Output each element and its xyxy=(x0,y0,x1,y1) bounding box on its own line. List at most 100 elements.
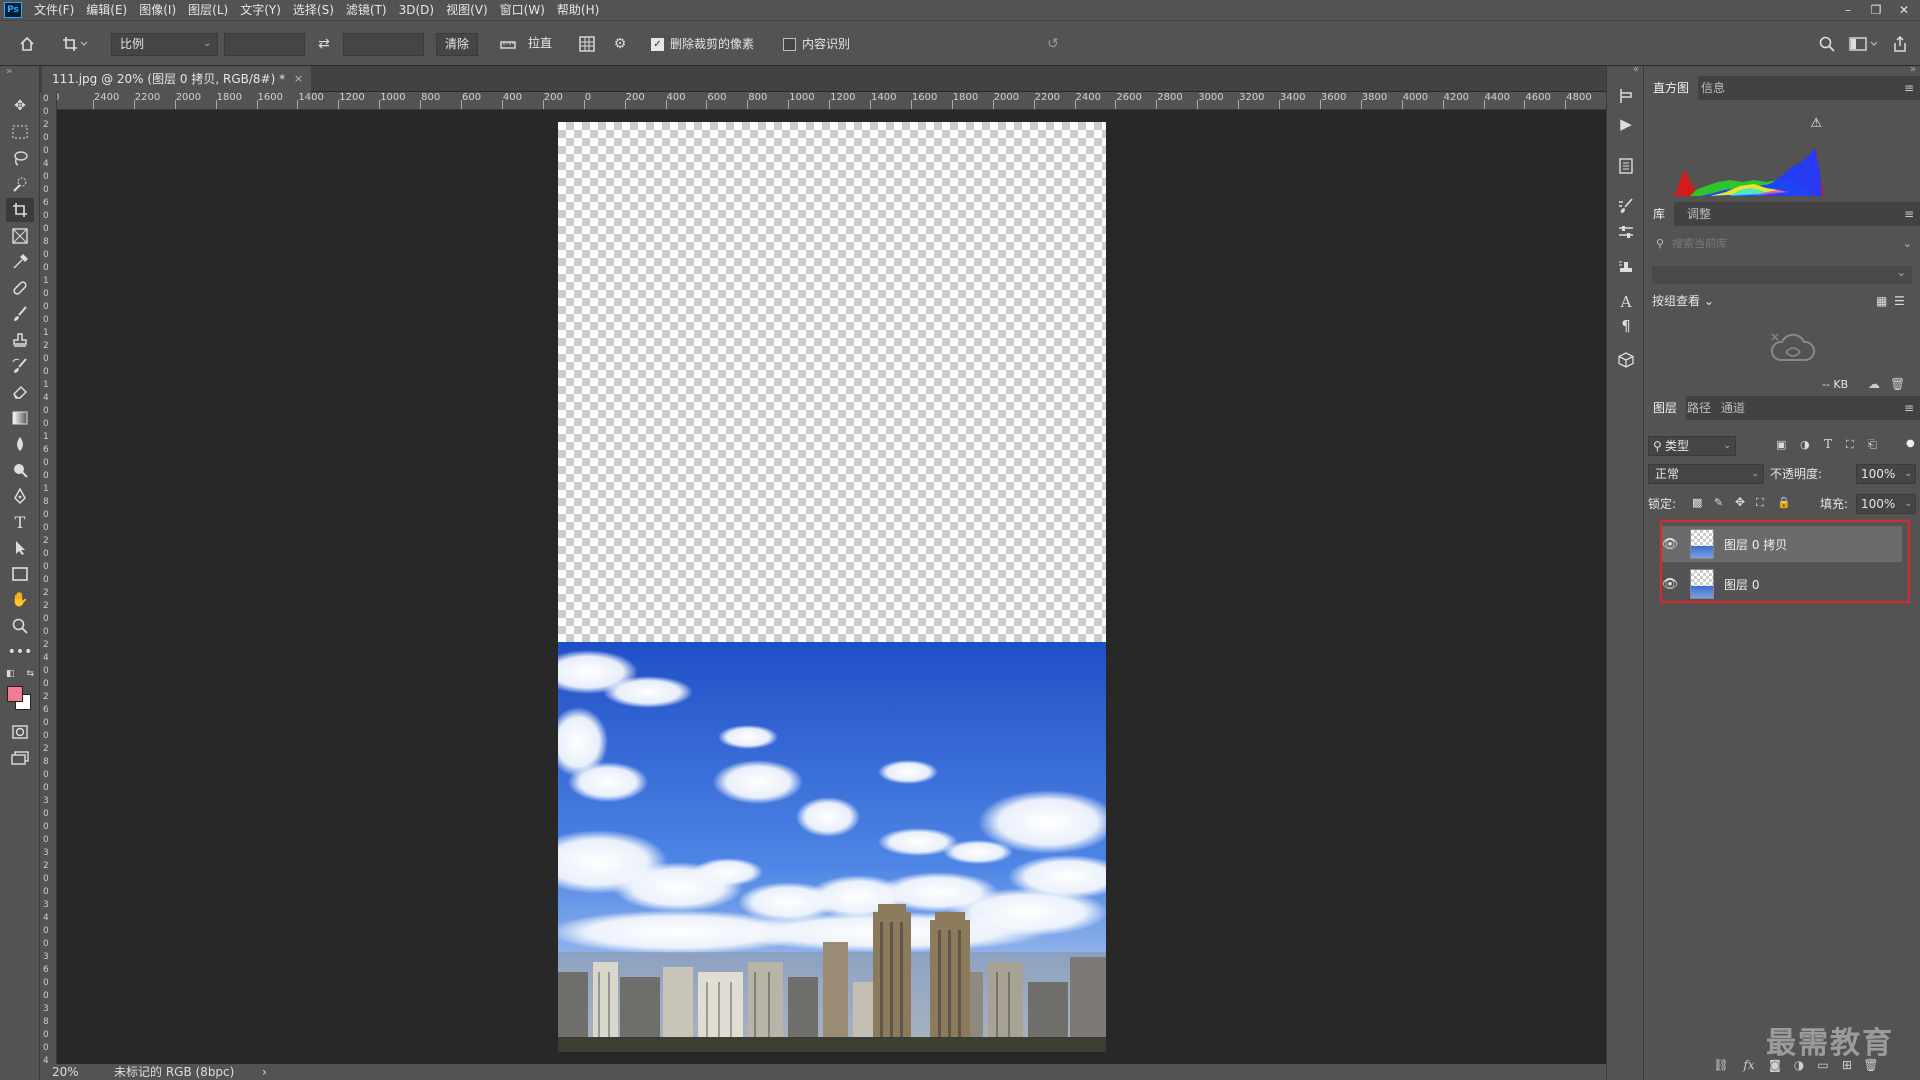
pen-tool-icon[interactable] xyxy=(6,484,34,508)
menu-item[interactable]: 窗口(W) xyxy=(494,0,551,20)
close-tab-icon[interactable]: × xyxy=(294,66,303,92)
width-input[interactable] xyxy=(224,33,305,56)
delete-cropped-checkbox[interactable]: ✓ xyxy=(651,38,664,51)
height-input[interactable] xyxy=(343,33,424,56)
lock-artboard-icon[interactable]: ⛶ xyxy=(1756,496,1764,510)
search-icon[interactable] xyxy=(1816,33,1838,55)
3d-panel-icon[interactable] xyxy=(1611,348,1641,372)
lock-transparent-icon[interactable]: ▩ xyxy=(1692,496,1702,509)
lock-position-icon[interactable]: ✥ xyxy=(1735,495,1745,509)
blur-tool-icon[interactable] xyxy=(6,432,34,456)
filter-type-icon[interactable]: T xyxy=(1824,437,1832,451)
eyedropper-tool-icon[interactable] xyxy=(6,250,34,274)
filter-shape-icon[interactable]: ⛶ xyxy=(1846,438,1854,452)
expand-chevron-icon[interactable]: » xyxy=(1910,64,1916,75)
minimize-button[interactable]: – xyxy=(1834,0,1862,20)
fill-input[interactable]: 100% ⌄ xyxy=(1856,494,1916,514)
tab-library[interactable]: 库 xyxy=(1644,202,1675,226)
collapse-chevron-icon[interactable]: » xyxy=(6,66,12,77)
layer-filter-select[interactable]: ⚲ 类型 ⌄ xyxy=(1648,436,1736,456)
eraser-tool-icon[interactable] xyxy=(6,380,34,404)
layer-name[interactable]: 图层 0 xyxy=(1724,576,1759,593)
visibility-eye-icon[interactable]: 👁 xyxy=(1660,577,1680,592)
cloud-sync-icon[interactable]: ☁ xyxy=(1868,377,1880,391)
cache-warning-icon[interactable]: ⚠ xyxy=(1810,116,1822,131)
healing-brush-tool-icon[interactable] xyxy=(6,276,34,300)
group-view-select[interactable]: 按组查看 ⌄ xyxy=(1652,292,1714,310)
share-icon[interactable] xyxy=(1889,33,1911,55)
gradient-tool-icon[interactable] xyxy=(6,406,34,430)
menu-item[interactable]: 滤镜(T) xyxy=(340,0,393,20)
lock-pixels-brush-icon[interactable]: ✎ xyxy=(1714,496,1723,509)
history-panel-icon[interactable] xyxy=(1611,84,1641,108)
grid-view-icon[interactable]: ▦ xyxy=(1876,294,1887,308)
sky-city-photo[interactable] xyxy=(558,642,1106,1052)
panel-menu-icon[interactable]: ≡ xyxy=(1904,76,1914,100)
visibility-eye-icon[interactable]: 👁 xyxy=(1660,537,1680,552)
brush-tool-icon[interactable] xyxy=(6,302,34,326)
chevron-down-icon[interactable]: ⌄ xyxy=(1903,234,1912,254)
dodge-tool-icon[interactable] xyxy=(6,458,34,482)
paragraph-panel-icon[interactable]: ¶ xyxy=(1611,314,1641,338)
layer-row[interactable]: 👁 图层 0 拷贝 xyxy=(1660,526,1902,562)
swap-colors-icon[interactable]: ◧ ⇆ xyxy=(6,666,34,682)
rectangle-tool-icon[interactable] xyxy=(6,562,34,586)
ratio-select[interactable]: 比例 ⌄ xyxy=(111,33,218,56)
crop-tool-preset-icon[interactable] xyxy=(58,33,92,55)
opacity-input[interactable]: 100% ⌄ xyxy=(1856,464,1916,484)
character-panel-icon[interactable]: A xyxy=(1611,290,1641,314)
brush-settings-icon[interactable] xyxy=(1611,194,1641,218)
library-select[interactable]: ⌄ xyxy=(1652,266,1912,284)
chevron-down-icon[interactable]: ⌄ xyxy=(1904,465,1912,483)
close-button[interactable]: ✕ xyxy=(1890,0,1918,20)
menu-item[interactable]: 文字(Y) xyxy=(234,0,287,20)
menu-item[interactable]: 选择(S) xyxy=(287,0,340,20)
layer-thumbnail[interactable] xyxy=(1690,529,1714,559)
foreground-color-swatch[interactable] xyxy=(7,686,23,702)
tab-channels[interactable]: 通道 xyxy=(1712,396,1754,420)
reset-icon[interactable]: ↺ xyxy=(1042,33,1064,55)
settings-gear-icon[interactable]: ⚙ xyxy=(609,33,631,55)
overlay-grid-icon[interactable] xyxy=(576,33,598,55)
clone-stamp-tool-icon[interactable] xyxy=(6,328,34,352)
home-icon[interactable] xyxy=(16,33,38,55)
quick-selection-tool-icon[interactable] xyxy=(6,172,34,196)
blend-mode-select[interactable]: 正常 ⌄ xyxy=(1648,464,1764,484)
tab-histogram[interactable]: 直方图 xyxy=(1644,76,1699,100)
properties-panel-icon[interactable] xyxy=(1611,154,1641,178)
workspace-icon[interactable] xyxy=(1846,33,1882,55)
filter-pixel-icon[interactable]: ▣ xyxy=(1776,438,1786,451)
lock-all-icon[interactable]: 🔒 xyxy=(1777,496,1791,509)
straighten-icon[interactable] xyxy=(497,33,519,55)
menu-item[interactable]: 帮助(H) xyxy=(551,0,605,20)
panel-menu-icon[interactable]: ≡ xyxy=(1904,396,1914,420)
content-aware-checkbox[interactable] xyxy=(783,38,796,51)
straighten-button[interactable]: 拉直 xyxy=(520,33,560,56)
more-tools-icon[interactable]: ••• xyxy=(6,640,34,664)
path-selection-tool-icon[interactable] xyxy=(6,536,34,560)
library-search-input[interactable]: ⚲ 搜索当前库 ⌄ xyxy=(1652,234,1912,254)
zoom-tool-icon[interactable] xyxy=(6,614,34,638)
list-view-icon[interactable]: ☰ xyxy=(1894,294,1905,308)
menu-item[interactable]: 图层(L) xyxy=(182,0,234,20)
filter-toggle-icon[interactable]: ● xyxy=(1906,438,1915,449)
menu-item[interactable]: 文件(F) xyxy=(28,0,80,20)
clear-button[interactable]: 清除 xyxy=(436,33,479,56)
layer-thumbnail[interactable] xyxy=(1690,569,1714,599)
link-layers-icon[interactable]: ⛓ xyxy=(1712,1058,1730,1074)
transparent-layer-area[interactable] xyxy=(558,122,1106,642)
tab-adjustments[interactable]: 调整 xyxy=(1678,202,1720,226)
frame-tool-icon[interactable] xyxy=(6,224,34,248)
lasso-tool-icon[interactable] xyxy=(6,146,34,170)
history-brush-tool-icon[interactable] xyxy=(6,354,34,378)
crop-tool-icon[interactable] xyxy=(6,198,34,222)
menu-item[interactable]: 编辑(E) xyxy=(80,0,133,20)
hand-tool-icon[interactable]: ✋ xyxy=(6,588,34,612)
restore-button[interactable]: ❐ xyxy=(1862,0,1890,20)
filter-smart-object-icon[interactable]: ⎗ xyxy=(1868,438,1877,452)
document-tab[interactable]: 111.jpg @ 20% (图层 0 拷贝, RGB/8#) * × xyxy=(42,66,312,92)
menu-item[interactable]: 图像(I) xyxy=(133,0,182,20)
panel-menu-icon[interactable]: ≡ xyxy=(1904,202,1914,226)
type-tool-icon[interactable]: T xyxy=(6,510,34,534)
filter-adjustment-icon[interactable]: ◑ xyxy=(1800,438,1810,451)
